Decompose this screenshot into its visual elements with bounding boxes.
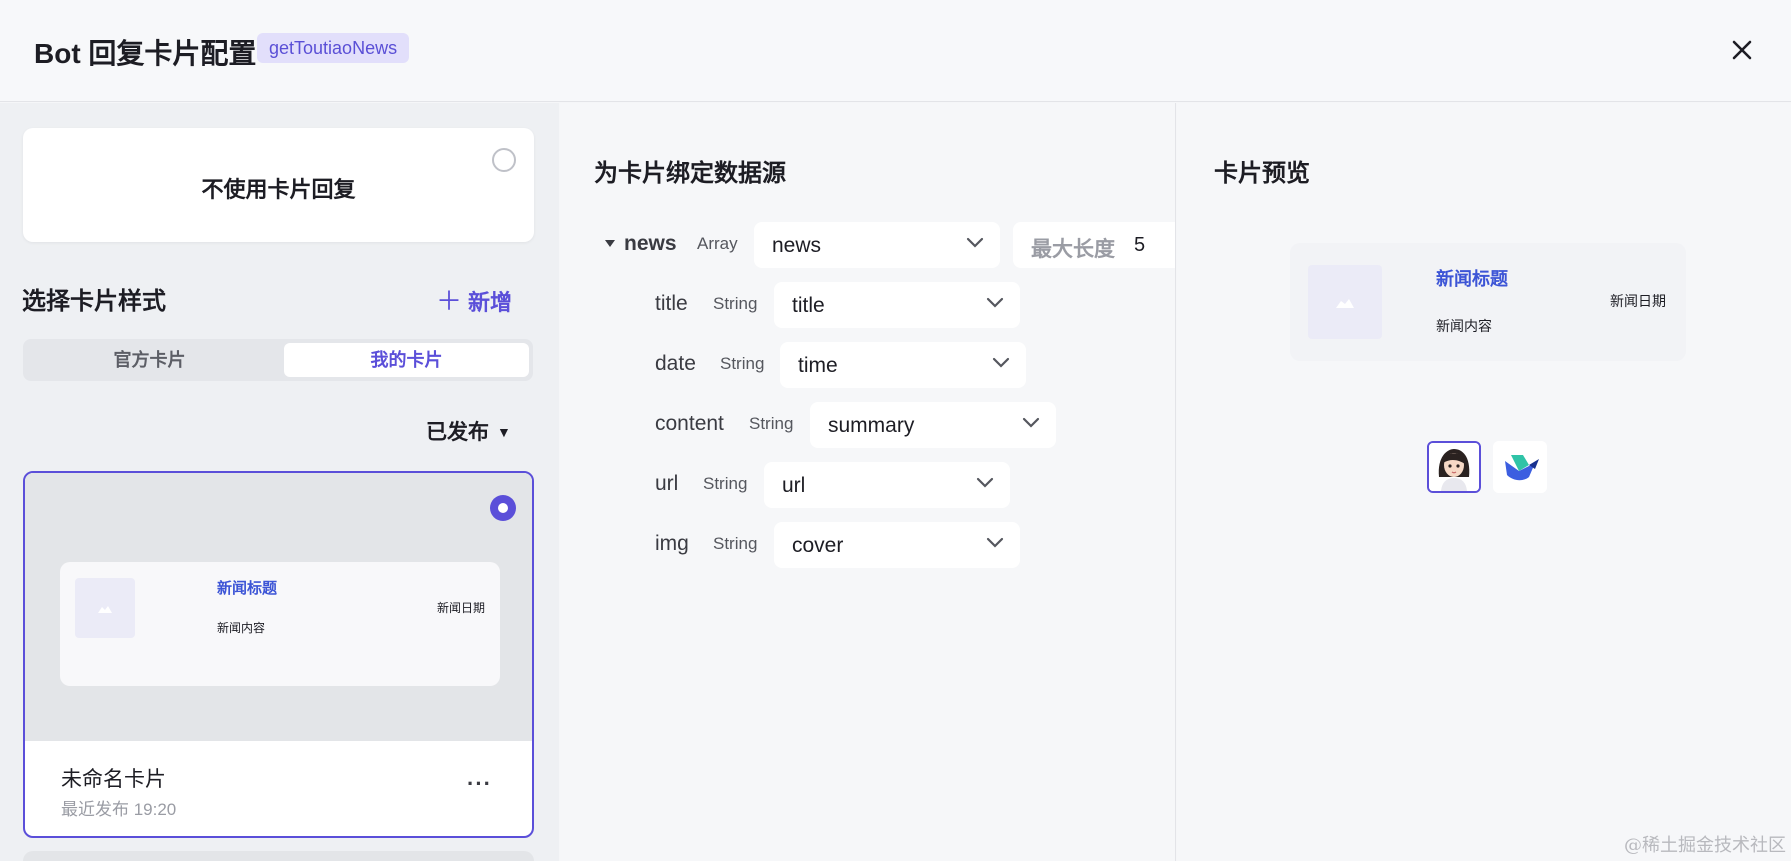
card-preview: 新闻标题 新闻内容 新闻日期 bbox=[1290, 243, 1686, 361]
source-select-value: time bbox=[798, 354, 838, 377]
binding-row-url: url String url bbox=[560, 462, 1175, 508]
card-selected-radio[interactable] bbox=[490, 495, 516, 521]
plus-icon: ＋ bbox=[436, 286, 463, 316]
binding-row-news: news Array news 最大长度 5 bbox=[560, 222, 1175, 268]
source-select[interactable]: time bbox=[780, 342, 1026, 388]
field-name: date bbox=[655, 352, 696, 375]
binding-row-img: img String cover bbox=[560, 522, 1175, 568]
chevron-down-icon bbox=[986, 297, 1004, 308]
card-style-panel: 不使用卡片回复 选择卡片样式 ＋新增 官方卡片 我的卡片 已发布 ▼ 新闻标题 新… bbox=[0, 103, 559, 861]
section-title: 选择卡片样式 bbox=[22, 288, 166, 315]
max-length-field[interactable]: 最大长度 5 bbox=[1013, 222, 1175, 268]
card-mini-preview: 新闻标题 新闻内容 新闻日期 bbox=[60, 562, 500, 686]
news-title-text: 新闻标题 bbox=[1436, 269, 1508, 289]
card-thumbnail: 新闻标题 新闻内容 新闻日期 bbox=[25, 473, 532, 741]
field-type: String bbox=[703, 474, 748, 493]
field-name: content bbox=[655, 412, 724, 435]
news-content-text: 新闻内容 bbox=[1436, 318, 1492, 334]
dialog-title: Bot 回复卡片配置 bbox=[34, 38, 257, 69]
field-type: String bbox=[713, 294, 758, 313]
tab-my-cards[interactable]: 我的卡片 bbox=[284, 343, 529, 377]
field-name: url bbox=[655, 472, 679, 495]
watermark-text: @稀土掘金技术社区 bbox=[1624, 835, 1786, 856]
field-type: String bbox=[720, 354, 765, 373]
news-date-text: 新闻日期 bbox=[1610, 293, 1666, 309]
tab-official-cards[interactable]: 官方卡片 bbox=[27, 343, 272, 377]
publish-filter-label: 已发布 bbox=[426, 421, 489, 444]
news-title-text: 新闻标题 bbox=[217, 580, 278, 597]
news-date-text: 新闻日期 bbox=[437, 601, 486, 615]
next-card-item[interactable] bbox=[23, 851, 534, 861]
image-placeholder-icon bbox=[75, 578, 135, 638]
more-options-icon[interactable]: ··· bbox=[467, 771, 492, 797]
field-type: Array bbox=[697, 234, 738, 253]
card-publish-time: 最近发布 19:20 bbox=[61, 800, 177, 819]
source-select-value: news bbox=[772, 234, 822, 257]
chevron-down-icon bbox=[976, 477, 994, 488]
data-binding-panel: 为卡片绑定数据源 news Array news 最大长度 5 title St… bbox=[560, 103, 1176, 861]
dialog-header: Bot 回复卡片配置 getToutiaoNews bbox=[0, 0, 1791, 102]
source-select[interactable]: news bbox=[754, 222, 1000, 268]
field-type: String bbox=[713, 534, 758, 553]
card-name: 未命名卡片 bbox=[61, 768, 166, 791]
source-select-value: title bbox=[792, 294, 825, 317]
news-content-text: 新闻内容 bbox=[217, 621, 266, 635]
source-select-value: url bbox=[782, 474, 806, 497]
publish-status-filter[interactable]: 已发布 ▼ bbox=[426, 416, 511, 446]
preview-panel-title: 卡片预览 bbox=[1214, 160, 1310, 187]
binding-row-date: date String time bbox=[560, 342, 1175, 388]
avatar-icon[interactable] bbox=[1427, 441, 1481, 493]
chevron-down-icon bbox=[986, 537, 1004, 548]
no-card-radio[interactable] bbox=[492, 148, 516, 172]
plugin-tag: getToutiaoNews bbox=[257, 33, 410, 63]
binding-row-content: content String summary bbox=[560, 402, 1175, 448]
source-select[interactable]: title bbox=[774, 282, 1020, 328]
source-select-value: summary bbox=[828, 414, 915, 437]
chevron-down-icon bbox=[992, 357, 1010, 368]
feishu-logo-icon[interactable] bbox=[1493, 441, 1547, 493]
max-length-value: 5 bbox=[1134, 234, 1146, 256]
card-item[interactable]: 新闻标题 新闻内容 新闻日期 未命名卡片 最近发布 19:20 ··· bbox=[23, 471, 534, 838]
source-select[interactable]: url bbox=[764, 462, 1010, 508]
max-length-label: 最大长度 bbox=[1031, 238, 1115, 261]
source-select[interactable]: cover bbox=[774, 522, 1020, 568]
no-card-label: 不使用卡片回复 bbox=[201, 177, 356, 202]
field-name: img bbox=[655, 532, 689, 555]
chevron-down-icon bbox=[966, 237, 984, 248]
source-select-value: cover bbox=[792, 534, 844, 557]
source-select[interactable]: summary bbox=[810, 402, 1056, 448]
binding-panel-title: 为卡片绑定数据源 bbox=[594, 160, 786, 187]
field-name: news bbox=[624, 232, 677, 255]
caret-down-icon: ▼ bbox=[497, 424, 511, 440]
field-name: title bbox=[655, 292, 688, 315]
no-card-option[interactable]: 不使用卡片回复 bbox=[23, 128, 534, 242]
collapse-caret-icon[interactable] bbox=[605, 240, 615, 247]
card-source-tabs: 官方卡片 我的卡片 bbox=[23, 339, 533, 381]
card-preview-panel: 卡片预览 新闻标题 新闻内容 新闻日期 bbox=[1177, 103, 1791, 861]
binding-row-title: title String title bbox=[560, 282, 1175, 328]
field-type: String bbox=[749, 414, 794, 433]
image-placeholder-icon bbox=[1308, 265, 1382, 339]
add-card-label: 新增 bbox=[468, 290, 513, 315]
close-icon[interactable] bbox=[1724, 32, 1760, 68]
add-card-button[interactable]: ＋新增 bbox=[436, 281, 512, 318]
chevron-down-icon bbox=[1022, 417, 1040, 428]
